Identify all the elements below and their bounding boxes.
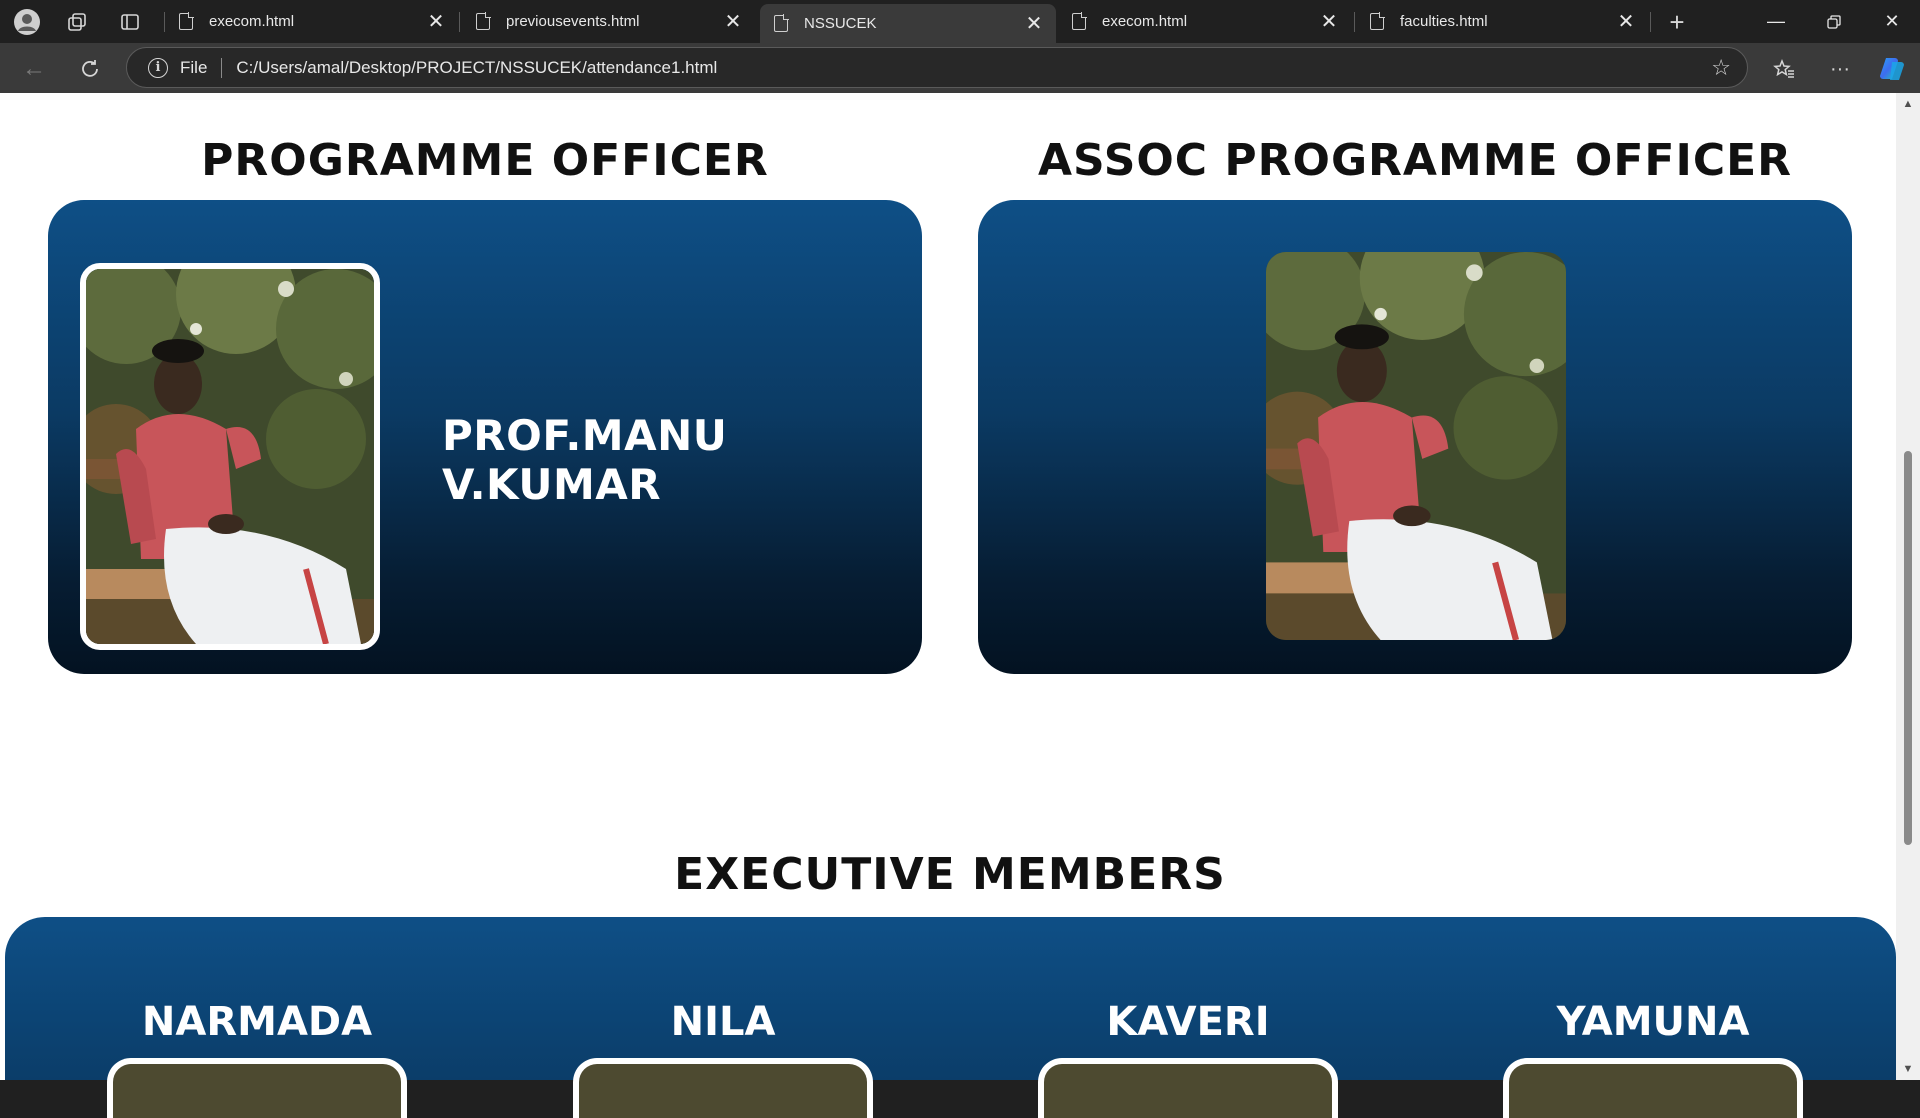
programme-officer-name: PROF.MANU V.KUMAR	[442, 411, 728, 509]
url-text[interactable]: C:/Users/amal/Desktop/PROJECT/NSSUCEK/at…	[236, 58, 1711, 78]
vertical-scrollbar[interactable]: ▲ ▼	[1896, 93, 1920, 1080]
tab-close-icon[interactable]: ✕	[422, 9, 450, 34]
back-icon[interactable]: ←	[18, 53, 50, 85]
tab-nssucek[interactable]: NSSUCEK ✕	[760, 4, 1056, 43]
executive-members-panel: NARMADA NILA KAVERI YAMUNA	[5, 917, 1896, 1118]
programme-officer-card: PROF.MANU V.KUMAR	[48, 200, 922, 674]
member-name-kaveri: KAVERI	[1106, 999, 1270, 1045]
address-bar: ← i File C:/Users/amal/Desktop/PROJECT/N…	[0, 43, 1920, 93]
more-icon[interactable]: ···	[1824, 53, 1856, 85]
tab-bar: execom.html ✕ previousevents.html ✕ NSSU…	[0, 0, 1920, 43]
tab-close-icon[interactable]: ✕	[719, 9, 747, 34]
new-tab-icon[interactable]: +	[1662, 7, 1692, 37]
tab-faculties[interactable]: faculties.html ✕	[1356, 5, 1648, 38]
programme-officer-photo	[80, 263, 380, 650]
person-photo-image	[1266, 252, 1566, 640]
assoc-programme-officer-heading: ASSOC PROGRAMME OFFICER	[1037, 135, 1793, 186]
refresh-icon[interactable]	[74, 53, 106, 85]
scroll-down-icon[interactable]: ▼	[1896, 1060, 1920, 1078]
workspaces-icon[interactable]	[62, 7, 92, 37]
url-field[interactable]: i File C:/Users/amal/Desktop/PROJECT/NSS…	[126, 47, 1748, 88]
document-icon	[1072, 12, 1087, 30]
document-icon	[774, 14, 789, 32]
person-photo-image	[86, 269, 374, 644]
omnibox-divider	[221, 57, 223, 78]
document-icon	[179, 12, 194, 30]
scrollbar-thumb[interactable]	[1904, 451, 1912, 845]
assoc-programme-officer-card	[978, 200, 1852, 674]
tab-execom-2[interactable]: execom.html ✕	[1058, 5, 1351, 38]
tab-close-icon[interactable]: ✕	[1612, 9, 1640, 34]
member-photo-yamuna	[1503, 1058, 1803, 1118]
minimize-icon[interactable]: —	[1748, 0, 1804, 43]
member-name-narmada: NARMADA	[141, 999, 373, 1045]
tab-execom-1[interactable]: execom.html ✕	[165, 5, 458, 38]
favorite-star-icon[interactable]: ☆	[1711, 55, 1731, 81]
member-photo-kaveri	[1038, 1058, 1338, 1118]
favorites-icon[interactable]	[1768, 53, 1800, 85]
programme-officer-heading: PROGRAMME OFFICER	[201, 135, 769, 186]
restore-icon[interactable]	[1806, 0, 1862, 43]
copilot-icon[interactable]	[1876, 53, 1908, 85]
scroll-up-icon[interactable]: ▲	[1896, 95, 1920, 113]
member-name-yamuna: YAMUNA	[1556, 999, 1750, 1045]
profile-icon[interactable]	[12, 7, 42, 37]
executive-members-heading: EXECUTIVE MEMBERS	[674, 849, 1226, 900]
tab-close-icon[interactable]: ✕	[1020, 11, 1048, 36]
member-name-nila: NILA	[670, 999, 776, 1045]
document-icon	[476, 12, 491, 30]
tab-actions-icon[interactable]	[115, 7, 145, 37]
close-window-icon[interactable]: ✕	[1864, 0, 1920, 43]
assoc-programme-officer-photo	[1266, 252, 1566, 640]
scheme-label: File	[180, 57, 208, 77]
document-icon	[1370, 12, 1385, 30]
info-icon[interactable]: i	[148, 57, 168, 78]
member-photo-nila	[573, 1058, 873, 1118]
member-photo-narmada	[107, 1058, 407, 1118]
tab-previousevents[interactable]: previousevents.html ✕	[462, 5, 755, 38]
tab-close-icon[interactable]: ✕	[1315, 9, 1343, 34]
